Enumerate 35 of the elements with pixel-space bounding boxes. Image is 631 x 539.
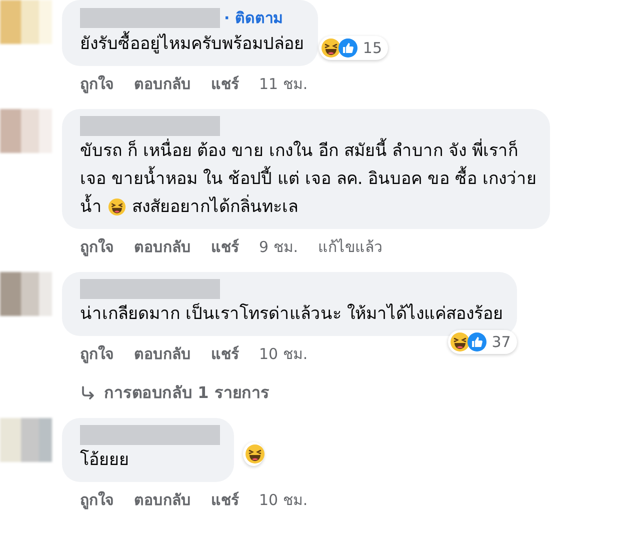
action-link[interactable]: แชร์ (211, 72, 239, 96)
comment-time[interactable]: 10 ชม. (259, 342, 308, 366)
blurred-avatar (0, 109, 52, 153)
action-link[interactable]: แชร์ (211, 342, 239, 366)
action-link[interactable]: แชร์ (211, 235, 239, 259)
reaction-summary[interactable]: 15 (318, 36, 388, 60)
comment-text: ยังรับซื้ออยู่ไหมครับพร้อมปล่อย (80, 30, 304, 58)
view-replies-link[interactable]: การตอบกลับ 1 รายการ (80, 380, 270, 405)
action-link[interactable]: ถูกใจ (80, 235, 114, 259)
action-link[interactable]: ถูกใจ (80, 342, 114, 366)
comment-time[interactable]: 11 ชม. (259, 72, 308, 96)
action-link[interactable]: ถูกใจ (80, 72, 114, 96)
blurred-avatar (0, 0, 52, 44)
edited-label: แก้ไขแล้ว (318, 237, 382, 258)
action-link[interactable]: ตอบกลับ (134, 72, 191, 96)
comment-text: น่าเกลียดมาก เป็นเราโทรด่าแล้วนะ ให้มาได้ไงแค่สองร้อย (80, 302, 503, 326)
action-link[interactable]: ตอบกลับ (134, 488, 191, 512)
comment-text: เจอ ขายน้ำหอม ใน ช้อปปี้ แต่ เจอ ลค. อินบอค ขอ ซื้อ เกงว่าย (80, 165, 536, 193)
reaction-count: 15 (362, 39, 382, 57)
blurred-avatar (0, 418, 52, 462)
comment-text: ขับรถ ก็ เหนื่อย ต้อง ขาย เกงใน อีก สมัยนี้ ลำบาก จัง พี่เราก็ (80, 137, 518, 165)
blurred-avatar (0, 272, 52, 316)
comment-text: น้ำ (80, 193, 102, 221)
comment-time[interactable]: 10 ชม. (259, 488, 308, 512)
action-link[interactable]: แชร์ (211, 488, 239, 512)
reaction-count: 37 (492, 333, 511, 351)
comment-time[interactable]: 9 ชม. (259, 235, 298, 259)
action-link[interactable]: ถูกใจ (80, 488, 114, 512)
comment-text: สงสัยอยากได้กลิ่นทะเล (132, 193, 298, 221)
reply-arrow-icon (80, 384, 96, 400)
follow-link[interactable]: · ติดตาม (224, 6, 283, 30)
action-link[interactable]: ตอบกลับ (134, 235, 191, 259)
comment-text: โอ้ยยย (80, 448, 129, 472)
reaction-summary[interactable]: 37 (448, 330, 517, 354)
action-link[interactable]: ตอบกลับ (134, 342, 191, 366)
